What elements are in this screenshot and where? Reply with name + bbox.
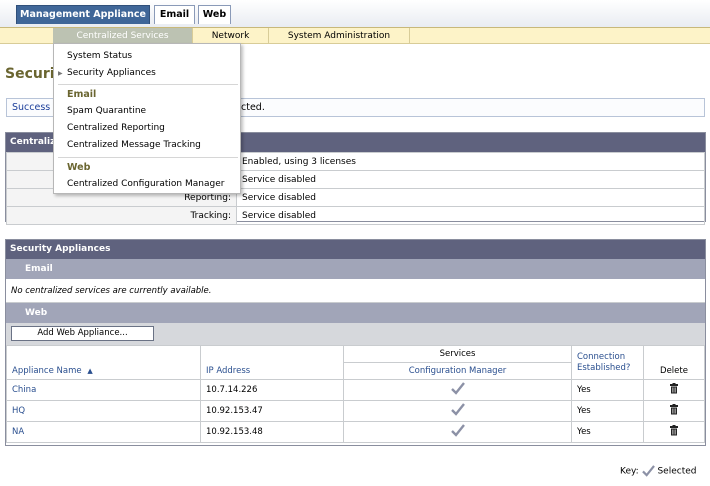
security-appliances-title: Security Appliances — [6, 240, 705, 259]
table-row: Tracking: Service disabled — [6, 206, 705, 225]
column-header-delete: Delete — [643, 345, 705, 380]
security-appliances-panel: Security Appliances Email No centralized… — [5, 239, 706, 446]
tab-web[interactable]: Web — [198, 5, 231, 24]
menu-group-web: Web — [67, 162, 91, 173]
config-manager-cell — [343, 421, 572, 443]
subtab-system-administration[interactable]: System Administration — [269, 28, 410, 44]
appliance-name-link[interactable]: NA — [6, 421, 201, 443]
menu-group-email: Email — [67, 89, 97, 100]
column-header-ip: IP Address — [200, 345, 344, 380]
service-value: Service disabled — [236, 170, 705, 189]
key-selected-label: Selected — [657, 466, 697, 477]
menu-item-label: Security Appliances — [67, 68, 156, 78]
menu-item-centralized-configuration-manager[interactable]: Centralized Configuration Manager — [54, 177, 240, 192]
caret-right-icon: ▶ — [58, 70, 63, 77]
tab-email[interactable]: Email — [154, 5, 195, 24]
service-key: Tracking: — [6, 206, 237, 225]
menu-item-centralized-reporting[interactable]: Centralized Reporting — [54, 121, 240, 136]
subtab-network[interactable]: Network — [193, 28, 269, 44]
button-row: Add Web Appliance... — [6, 323, 705, 345]
sub-nav-bar: Centralized Services Network System Admi… — [0, 27, 710, 44]
connection-status: Yes — [571, 400, 644, 422]
connection-status: Yes — [571, 379, 644, 401]
add-web-appliance-button[interactable]: Add Web Appliance... — [11, 326, 154, 341]
service-value: Service disabled — [236, 188, 705, 207]
checkmark-icon — [450, 382, 465, 395]
top-nav-bar: Management Appliance Email Web — [0, 0, 710, 27]
connection-label-line2: Established? — [577, 362, 631, 373]
connection-label-line1: Connection — [577, 351, 626, 362]
table-row: NA 10.92.153.48 Yes — [6, 421, 705, 443]
subtab-centralized-services[interactable]: Centralized Services — [53, 28, 193, 44]
menu-item-spam-quarantine[interactable]: Spam Quarantine — [54, 104, 240, 119]
menu-item-system-status[interactable]: System Status — [54, 49, 240, 64]
column-header-name[interactable]: Appliance Name ▲ — [6, 345, 201, 380]
tab-management-appliance[interactable]: Management Appliance — [16, 5, 150, 24]
menu-divider — [58, 157, 238, 158]
checkmark-icon — [450, 403, 465, 416]
appliance-name-link[interactable]: HQ — [6, 400, 201, 422]
table-row: China 10.7.14.226 Yes — [6, 379, 705, 401]
success-suffix: cted. — [241, 102, 265, 113]
delete-cell — [643, 379, 705, 401]
centralized-services-dropdown: System Status ▶ Security Appliances Emai… — [53, 43, 241, 194]
key-legend: Key: Selected — [620, 465, 696, 477]
web-section-header: Web — [6, 303, 705, 323]
table-row: HQ 10.92.153.47 Yes — [6, 400, 705, 422]
trash-icon[interactable] — [669, 425, 679, 436]
column-header-services: Services — [343, 345, 572, 363]
column-name-label: Appliance Name — [12, 366, 82, 376]
email-empty-note: No centralized services are currently av… — [6, 279, 705, 303]
config-manager-cell — [343, 379, 572, 401]
service-value: Service disabled — [236, 206, 705, 225]
appliance-ip: 10.92.153.47 — [200, 400, 344, 422]
connection-status: Yes — [571, 421, 644, 443]
email-section-header: Email — [6, 259, 705, 279]
appliance-name-link[interactable]: China — [6, 379, 201, 401]
menu-divider — [58, 84, 238, 85]
key-label: Key: — [620, 466, 639, 477]
delete-cell — [643, 400, 705, 422]
menu-item-security-appliances[interactable]: ▶ Security Appliances — [54, 66, 240, 81]
menu-item-centralized-message-tracking[interactable]: Centralized Message Tracking — [54, 138, 240, 153]
appliances-table: Appliance Name ▲ IP Address Services Con… — [6, 345, 705, 443]
delete-cell — [643, 421, 705, 443]
column-header-config-manager: Configuration Manager — [343, 362, 572, 380]
column-header-connection: Connection Established? — [571, 345, 644, 380]
success-prefix: Success — [12, 102, 51, 113]
service-value: Enabled, using 3 licenses — [236, 152, 705, 171]
checkmark-icon — [450, 424, 465, 437]
trash-icon[interactable] — [669, 404, 679, 415]
checkmark-icon — [641, 465, 655, 477]
appliance-ip: 10.7.14.226 — [200, 379, 344, 401]
trash-icon[interactable] — [669, 383, 679, 394]
appliance-ip: 10.92.153.48 — [200, 421, 344, 443]
config-manager-cell — [343, 400, 572, 422]
sort-ascending-icon: ▲ — [87, 367, 93, 375]
